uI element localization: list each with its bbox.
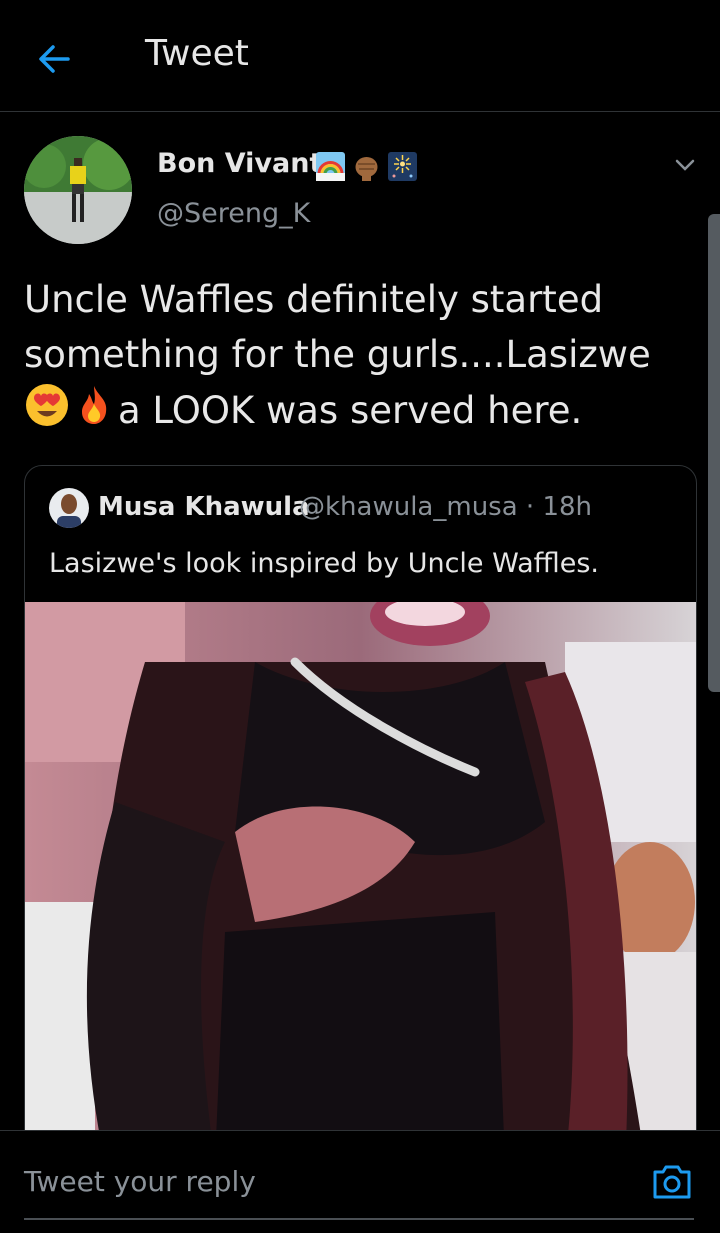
- fireworks-icon: [388, 152, 417, 181]
- quoted-tweet-text: Lasizwe's look inspired by Uncle Waffles…: [49, 548, 600, 579]
- tweet-line: Uncle Waffles definitely started: [24, 278, 604, 321]
- camera-icon[interactable]: [650, 1160, 694, 1204]
- tweet-text: Uncle Waffles definitely started somethi…: [24, 272, 704, 443]
- author-name[interactable]: Bon Vivant.: [157, 148, 333, 179]
- tweet-line: a LOOK was served here.: [24, 382, 704, 443]
- scrollbar[interactable]: [708, 214, 720, 692]
- input-underline: [24, 1218, 694, 1220]
- quoted-video-thumbnail[interactable]: [25, 586, 696, 1156]
- fire-icon: [76, 384, 112, 441]
- page-title: Tweet: [145, 33, 249, 74]
- top-bar: Tweet: [0, 0, 720, 112]
- tweet-line: something for the gurls....Lasizwe: [24, 333, 651, 376]
- author-handle[interactable]: @Sereng_K: [157, 198, 310, 229]
- quoted-author-name[interactable]: Musa Khawula: [98, 492, 310, 522]
- back-arrow-icon[interactable]: [34, 38, 76, 80]
- raised-fist-icon: [352, 152, 381, 181]
- quoted-author-avatar[interactable]: [49, 488, 89, 528]
- rainbow-icon: [316, 152, 345, 181]
- tweet-line-text: a LOOK was served here.: [118, 389, 583, 432]
- quoted-tweet-card[interactable]: Musa Khawula @khawula_musa · 18h Lasizwe…: [24, 465, 697, 1157]
- author-avatar[interactable]: [24, 136, 132, 244]
- author-name-emojis: [316, 152, 417, 181]
- reply-input[interactable]: Tweet your reply: [24, 1165, 256, 1198]
- chevron-down-icon[interactable]: [672, 152, 698, 178]
- heart-eyes-icon: [24, 382, 70, 443]
- quoted-handle-time: @khawula_musa · 18h: [299, 492, 593, 522]
